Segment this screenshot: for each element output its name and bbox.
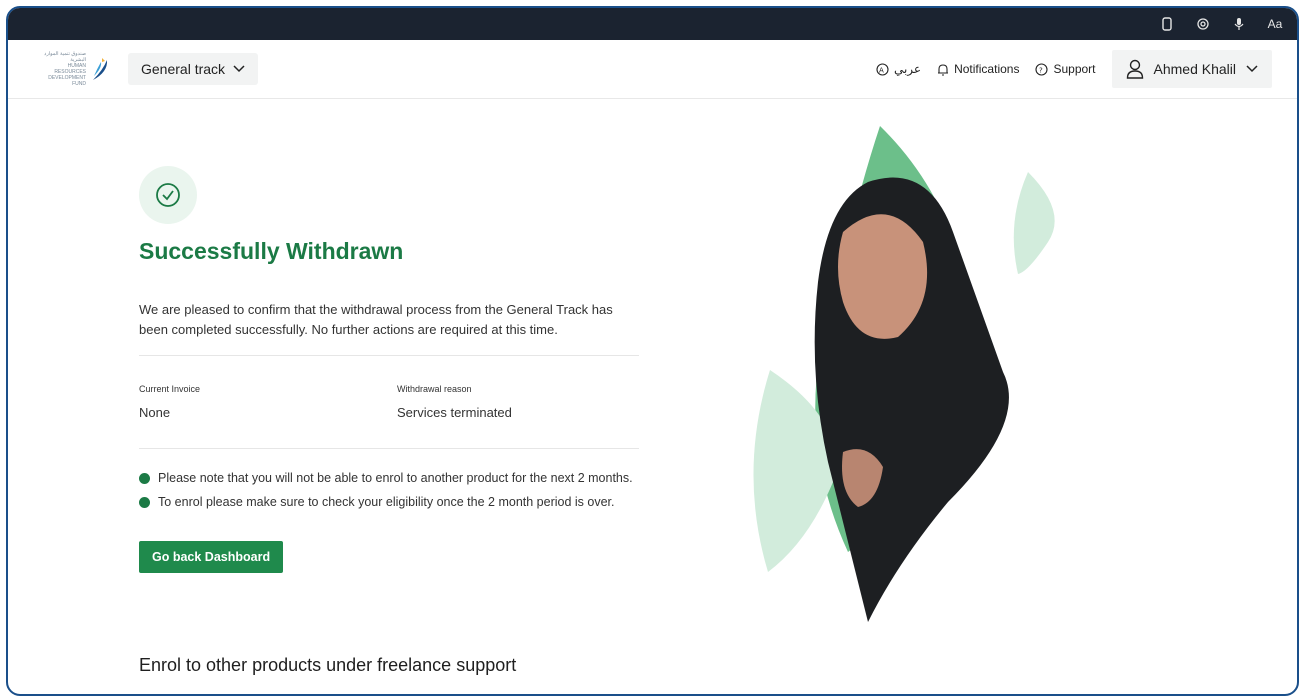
notifications-link[interactable]: Notifications — [937, 62, 1019, 76]
track-selector[interactable]: General track — [128, 53, 259, 85]
language-label: عربي — [893, 62, 922, 76]
note-text: To enrol please make sure to check your … — [158, 495, 615, 509]
notes-list: Please note that you will not be able to… — [139, 466, 633, 514]
illustration-image — [753, 126, 1055, 622]
user-icon — [1126, 59, 1143, 79]
logo-arabic-text: صندوق تنمية الموارد البشرية — [44, 51, 86, 63]
withdrawal-reason-value: Services terminated — [397, 405, 512, 420]
site-header: صندوق تنمية الموارد البشرية HUMAN RESOUR… — [8, 40, 1297, 99]
hrdf-logo[interactable]: صندوق تنمية الموارد البشرية HUMAN RESOUR… — [36, 51, 114, 87]
logo-mark-icon — [93, 58, 108, 80]
logo-english-text: HUMAN RESOURCES DEVELOPMENT FUND — [48, 63, 86, 87]
svg-text:A: A — [879, 66, 884, 74]
user-menu[interactable]: Ahmed Khalil — [1111, 50, 1272, 88]
note-text: Please note that you will not be able to… — [158, 471, 633, 485]
language-toggle[interactable]: A عربي — [876, 62, 921, 76]
support-icon: ? — [1035, 62, 1049, 76]
language-icon: A — [876, 62, 889, 76]
leaf-shape-icon — [1013, 172, 1055, 274]
current-invoice-value: None — [139, 405, 171, 420]
confirmation-text: We are pleased to confirm that the withd… — [139, 302, 613, 337]
divider — [139, 355, 639, 356]
go-back-dashboard-button[interactable]: Go back Dashboard — [139, 541, 284, 573]
eye-icon[interactable] — [1195, 16, 1211, 32]
mic-icon[interactable] — [1231, 16, 1247, 32]
track-selector-label: General track — [141, 61, 226, 77]
list-item: Please note that you will not be able to… — [139, 466, 633, 490]
bell-icon — [938, 63, 949, 76]
page-title: Successfully Withdrawn — [139, 238, 404, 264]
list-item: To enrol please make sure to check your … — [139, 490, 633, 514]
success-badge — [139, 166, 197, 224]
current-invoice-label: Current Invoice — [139, 384, 201, 394]
check-circle-icon — [156, 183, 180, 207]
accessibility-bar: Aa — [8, 8, 1297, 40]
withdrawal-reason-label: Withdrawal reason — [397, 384, 472, 394]
main-content: Successfully Withdrawn We are pleased to… — [8, 98, 1297, 694]
divider — [139, 448, 639, 449]
svg-text:?: ? — [1039, 66, 1043, 74]
phone-icon[interactable] — [1159, 16, 1175, 32]
bullet-dot-icon — [139, 472, 150, 484]
chevron-down-icon — [1246, 65, 1258, 73]
notifications-label: Notifications — [954, 62, 1020, 76]
chevron-down-icon — [233, 65, 245, 73]
support-link[interactable]: ? Support — [1035, 62, 1096, 76]
support-label: Support — [1053, 62, 1096, 76]
user-name: Ahmed Khalil — [1153, 61, 1237, 77]
bullet-dot-icon — [139, 496, 150, 508]
font-size-icon[interactable]: Aa — [1267, 16, 1283, 32]
section-title: Enrol to other products under freelance … — [139, 655, 517, 675]
app-frame: Aa صندوق تنمية الموارد البشرية HUMAN RES… — [6, 6, 1299, 696]
